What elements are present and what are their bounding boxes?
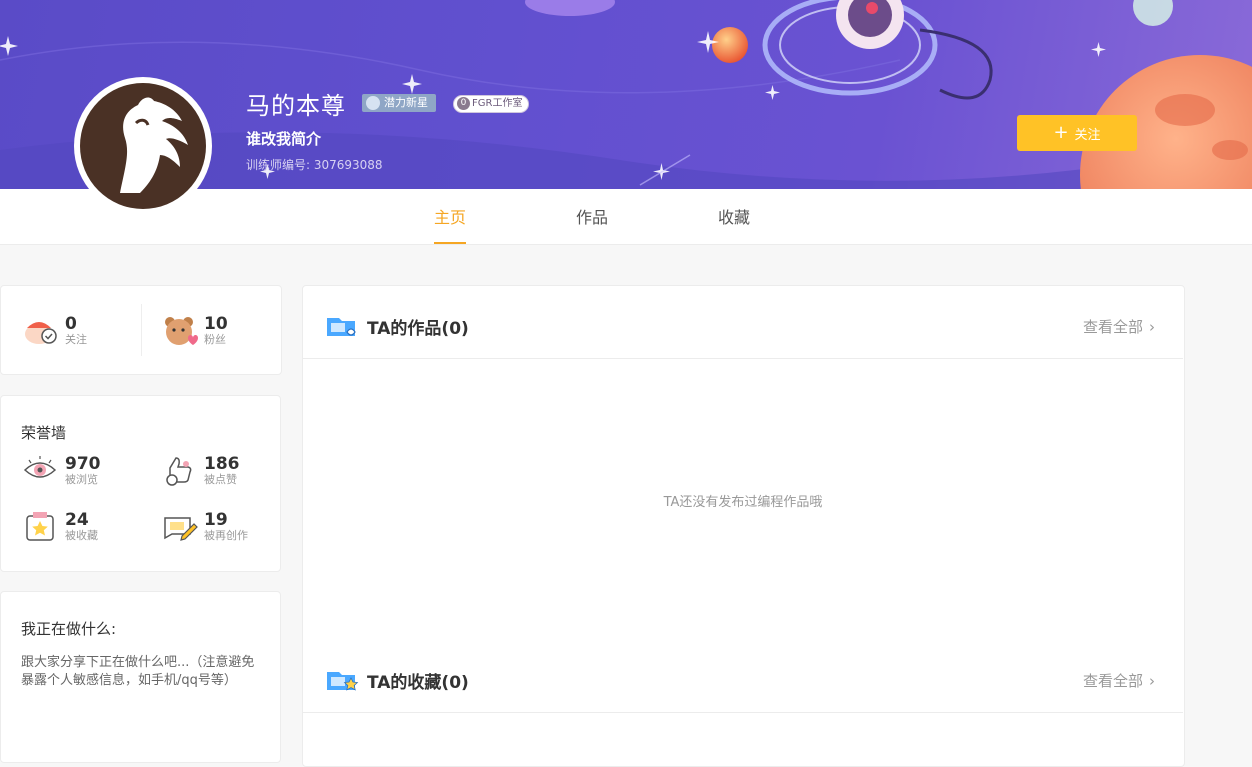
works-title: TA的作品(0) <box>367 319 469 339</box>
works-view-all-label: 查看全部 <box>1082 318 1143 336</box>
honor-wall-title: 荣誉墙 <box>21 424 67 442</box>
tab-home[interactable]: 主页 <box>410 189 490 244</box>
status-card: 我正在做什么: 跟大家分享下正在做什么吧...（注意避免暴露个人敏感信息，如手机… <box>0 591 281 763</box>
views-stat: 970 被浏览 <box>23 454 101 486</box>
profile-username: 马的本尊 <box>246 92 346 120</box>
views-label: 被浏览 <box>65 472 98 486</box>
remix-count: 19 <box>204 509 228 530</box>
eye-icon <box>23 456 57 478</box>
fans-count: 10 <box>204 313 228 334</box>
follow-button-label: 关注 <box>1074 127 1101 143</box>
likes-stat: 186 被点赞 <box>162 454 240 486</box>
status-title: 我正在做什么: <box>21 620 117 638</box>
fans-stat[interactable]: 10 粉丝 <box>162 314 228 346</box>
collected-stat: 24 被收藏 <box>23 510 98 542</box>
avatar[interactable] <box>74 77 212 215</box>
studio-badge[interactable]: 0 FGR工作室 <box>453 95 530 113</box>
potential-star-badge: 潜力新星 <box>362 94 436 112</box>
fans-bear-icon <box>165 317 198 345</box>
collections-section-header: TA的收藏(0) 查看全部 › <box>303 640 1183 713</box>
social-card: 0 关注 10 粉丝 <box>0 285 282 375</box>
collected-label: 被收藏 <box>65 528 98 542</box>
chevron-right-icon: › <box>1149 672 1155 690</box>
remix-label: 被再创作 <box>204 528 248 542</box>
following-stat[interactable]: 0 关注 <box>23 314 87 346</box>
collections-folder-icon <box>327 672 359 691</box>
status-text[interactable]: 跟大家分享下正在做什么吧...（注意避免暴露个人敏感信息，如手机/qq号等） <box>21 654 261 690</box>
trainer-id: 训练师编号: 307693088 <box>246 158 383 172</box>
works-empty-message: TA还没有发布过编程作品哦 <box>663 495 823 510</box>
works-section-header: TA的作品(0) 查看全部 › <box>303 286 1183 359</box>
tab-collections[interactable]: 收藏 <box>694 189 774 244</box>
studio-badge-label: FGR工作室 <box>472 98 523 109</box>
potential-star-badge-label: 潜力新星 <box>384 96 428 109</box>
works-view-all[interactable]: 查看全部 › <box>1083 316 1155 337</box>
profile-intro: 谁改我简介 <box>246 130 322 148</box>
collections-title: TA的收藏(0) <box>367 673 469 693</box>
star-medal-icon <box>366 96 380 110</box>
following-count: 0 <box>65 313 77 334</box>
likes-count: 186 <box>204 453 240 474</box>
divider <box>141 304 142 356</box>
chevron-right-icon: › <box>1149 318 1155 336</box>
views-count: 970 <box>65 453 101 474</box>
likes-label: 被点赞 <box>204 472 237 486</box>
plus-icon: + <box>1053 122 1069 143</box>
horse-head-avatar-icon <box>120 97 188 193</box>
collected-count: 24 <box>65 509 89 530</box>
pencil-card-icon <box>164 517 198 541</box>
remix-stat: 19 被再创作 <box>162 510 248 542</box>
collections-view-all-label: 查看全部 <box>1082 672 1143 690</box>
honor-wall-card: 荣誉墙 970 被浏览 186 被点赞 24 被收藏 19 被再创作 <box>0 395 281 572</box>
thumbs-up-icon <box>166 457 192 486</box>
tab-works[interactable]: 作品 <box>552 189 632 244</box>
following-label: 关注 <box>65 332 87 346</box>
fans-label: 粉丝 <box>204 332 226 346</box>
main-content-card: TA的作品(0) 查看全部 › TA还没有发布过编程作品哦 TA的收藏(0) 查看… <box>302 285 1185 767</box>
following-icon <box>25 322 57 344</box>
follow-button[interactable]: + 关注 <box>1017 115 1137 151</box>
studio-badge-count: 0 <box>457 97 470 110</box>
works-folder-icon <box>327 318 356 336</box>
collections-view-all[interactable]: 查看全部 › <box>1083 670 1155 691</box>
star-box-icon <box>26 512 54 541</box>
